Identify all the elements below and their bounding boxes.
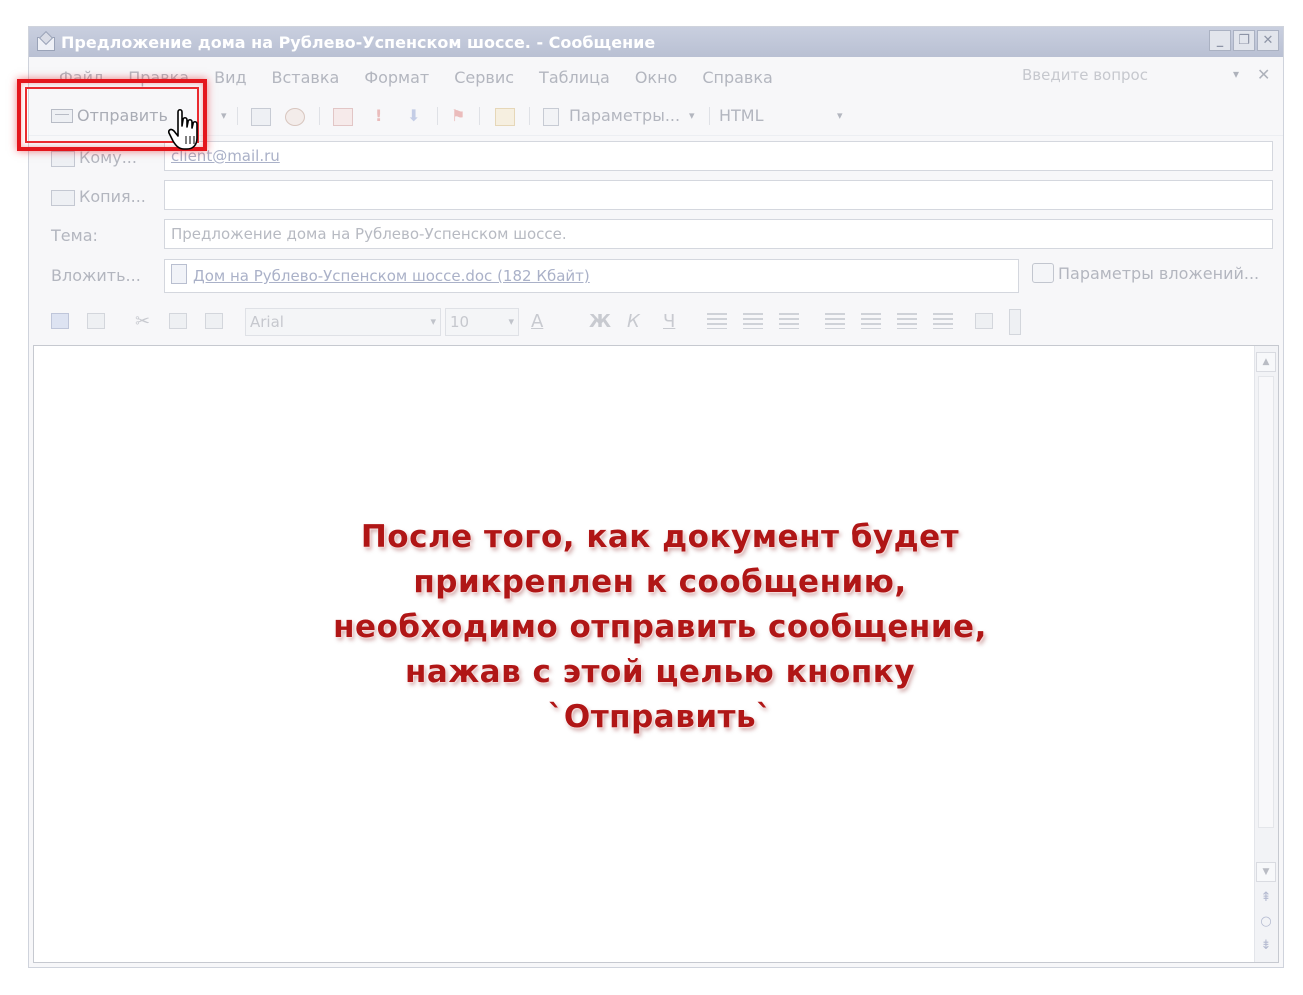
callout-line: нажав с этой целью кнопку xyxy=(405,654,915,690)
previous-page-icon[interactable]: ⇞ xyxy=(1255,890,1277,905)
decrease-indent-icon[interactable] xyxy=(897,313,917,329)
cc-field[interactable] xyxy=(164,180,1273,210)
font-color-button[interactable]: A xyxy=(531,311,543,332)
toolbar-separator xyxy=(319,107,320,125)
paste-icon[interactable] xyxy=(205,313,223,329)
align-center-icon[interactable] xyxy=(743,313,763,329)
toolbar-separator xyxy=(529,107,530,125)
italic-button[interactable]: К xyxy=(627,311,640,332)
bold-button[interactable]: Ж xyxy=(589,311,611,332)
callout-line: необходимо отправить сообщение, xyxy=(333,609,987,645)
send-options-arrow[interactable]: ▾ xyxy=(221,105,227,127)
bulleted-list-icon[interactable] xyxy=(861,313,881,329)
chevron-down-icon: ▾ xyxy=(430,315,436,328)
scroll-down-icon[interactable]: ▼ xyxy=(1256,862,1276,882)
toolbar-separator xyxy=(237,107,238,125)
address-book-icon xyxy=(51,150,75,167)
subject-label: Тема: xyxy=(51,226,98,245)
insert-file-icon[interactable] xyxy=(333,108,353,126)
menu-window[interactable]: Окно xyxy=(635,68,678,87)
align-left-icon[interactable] xyxy=(707,313,727,329)
highlight-icon[interactable] xyxy=(975,313,993,329)
callout-line: `Отправить` xyxy=(547,699,773,735)
attachment-options-button[interactable]: Параметры вложений... xyxy=(1032,263,1259,283)
attachment-options-label: Параметры вложений... xyxy=(1058,263,1260,283)
to-field[interactable]: client@mail.ru xyxy=(164,141,1273,171)
formatting-toolbar: ✂ Arial ▾ 10 ▾ A Ж К Ч xyxy=(35,301,1025,341)
menu-view[interactable]: Вид xyxy=(214,68,246,87)
toolbar-separator xyxy=(479,107,480,125)
font-select[interactable]: Arial ▾ xyxy=(245,308,441,336)
address-book-icon[interactable] xyxy=(251,108,271,126)
minimize-button[interactable]: _ xyxy=(1209,30,1231,51)
options-icon xyxy=(543,108,559,126)
low-importance-icon[interactable]: ⬇ xyxy=(407,105,420,127)
font-size-value: 10 xyxy=(450,313,470,331)
toolbar-separator xyxy=(709,107,710,125)
print-icon[interactable] xyxy=(87,313,105,329)
underline-button[interactable]: Ч xyxy=(663,311,675,332)
window-title: Предложение дома на Рублево-Успенском шо… xyxy=(61,32,656,52)
window-controls: _ ❐ ✕ xyxy=(1209,30,1279,51)
subject-field[interactable]: Предложение дома на Рублево-Успенском шо… xyxy=(164,219,1273,249)
message-window: Предложение дома на Рублево-Успенском шо… xyxy=(28,26,1284,968)
check-names-icon[interactable] xyxy=(285,108,305,126)
attach-label[interactable]: Вложить... xyxy=(51,266,141,285)
cut-icon[interactable]: ✂ xyxy=(135,311,150,332)
font-size-select[interactable]: 10 ▾ xyxy=(445,308,519,336)
next-page-icon[interactable]: ⇟ xyxy=(1255,938,1277,953)
attach-field[interactable]: Дом на Рублево-Успенском шоссе.doc (182 … xyxy=(164,259,1019,293)
high-importance-icon[interactable]: ! xyxy=(375,105,382,127)
word-document-icon xyxy=(171,263,187,284)
instruction-callout: После того, как документ будет прикрепле… xyxy=(330,515,990,740)
browse-object-icon[interactable]: ○ xyxy=(1255,914,1277,929)
message-icon xyxy=(35,33,55,51)
flag-icon[interactable]: ⚑ xyxy=(451,105,465,127)
align-right-icon[interactable] xyxy=(779,313,799,329)
toolbar-separator xyxy=(437,107,438,125)
callout-line: После того, как документ будет xyxy=(360,519,960,555)
close-button[interactable]: ✕ xyxy=(1257,30,1279,51)
ask-question-input[interactable]: Введите вопрос xyxy=(1022,63,1250,87)
options-button[interactable]: Параметры... xyxy=(569,105,680,127)
menu-insert[interactable]: Вставка xyxy=(272,68,340,87)
standard-toolbar: Отправить ▾ ! ⬇ ⚑ Параметры... ▾ HTML ▾ xyxy=(29,97,1283,136)
cc-label: Копия... xyxy=(79,187,146,206)
menu-table[interactable]: Таблица xyxy=(539,68,610,87)
attachment-link[interactable]: Дом на Рублево-Успенском шоссе.doc (182 … xyxy=(193,267,590,285)
options-arrow[interactable]: ▾ xyxy=(689,105,695,127)
menu-format[interactable]: Формат xyxy=(364,68,429,87)
hand-cursor-icon xyxy=(168,108,198,150)
increase-indent-icon[interactable] xyxy=(933,313,953,329)
font-value: Arial xyxy=(250,313,284,331)
close-document-icon[interactable]: ✕ xyxy=(1257,65,1270,84)
chevron-down-icon[interactable]: ▾ xyxy=(1233,67,1239,81)
numbered-list-icon[interactable] xyxy=(825,313,845,329)
toolbar-options-icon[interactable] xyxy=(1009,309,1021,335)
scroll-up-icon[interactable]: ▲ xyxy=(1256,352,1276,372)
scroll-track[interactable] xyxy=(1258,376,1274,828)
address-book-icon xyxy=(51,189,75,206)
menu-tools[interactable]: Сервис xyxy=(454,68,514,87)
envelope-open-icon[interactable] xyxy=(495,108,515,126)
chevron-down-icon: ▾ xyxy=(508,315,514,328)
cc-button[interactable]: Копия... xyxy=(51,187,146,206)
format-arrow[interactable]: ▾ xyxy=(837,105,843,127)
menu-help[interactable]: Справка xyxy=(702,68,773,87)
restore-button[interactable]: ❐ xyxy=(1233,30,1255,51)
attachment-options-icon xyxy=(1032,263,1054,283)
save-icon[interactable] xyxy=(51,313,69,329)
copy-icon[interactable] xyxy=(169,313,187,329)
callout-line: прикреплен к сообщению, xyxy=(413,564,907,600)
title-bar: Предложение дома на Рублево-Успенском шо… xyxy=(29,27,1283,57)
vertical-scrollbar[interactable]: ▲ ▼ ⇞ ○ ⇟ xyxy=(1254,346,1278,962)
